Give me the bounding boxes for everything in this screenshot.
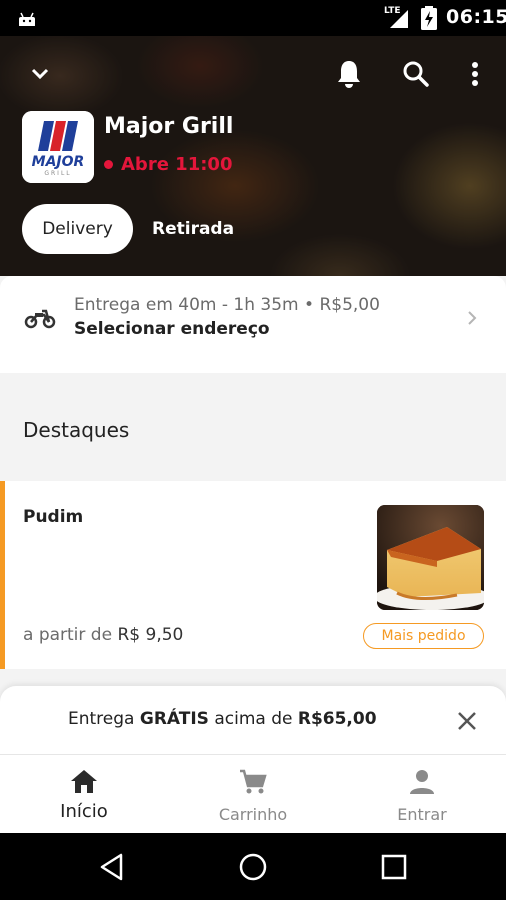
back-icon[interactable] [96, 850, 130, 884]
more-options-button[interactable] [455, 54, 495, 94]
section-title: Destaques [23, 418, 130, 442]
clock: 06:15 [446, 6, 506, 28]
more-vert-icon [472, 62, 478, 86]
product-card[interactable]: Pudim a partir de R$ 9,50 Mais pedido [0, 481, 506, 669]
svg-text:GRILL: GRILL [44, 170, 71, 177]
battery-charging-icon [421, 6, 437, 30]
recents-icon[interactable] [377, 850, 411, 884]
home-circle-icon[interactable] [236, 850, 270, 884]
status-bar: LTE 06:15 [0, 0, 506, 36]
close-icon[interactable] [452, 706, 482, 736]
motorcycle-icon [24, 309, 56, 329]
free-delivery-banner: Entrega GRÁTIS acima de R$65,00 [0, 686, 506, 754]
notifications-button[interactable] [329, 54, 369, 94]
pudim-photo-icon [377, 505, 484, 610]
chevron-down-icon [31, 68, 49, 80]
free-delivery-text: Entrega GRÁTIS acima de R$65,00 [68, 709, 377, 729]
product-price-line: a partir de R$ 9,50 [23, 625, 183, 645]
major-grill-logo-icon: MAJOR GRILL [22, 111, 94, 183]
bell-icon [338, 61, 360, 88]
person-icon [410, 770, 434, 794]
nav-entrar-label: Entrar [397, 805, 447, 824]
home-icon [71, 770, 97, 793]
tab-retirada[interactable]: Retirada [152, 219, 234, 239]
banner-text-free: GRÁTIS [139, 709, 209, 729]
nav-entrar[interactable]: Entrar [338, 755, 506, 834]
store-logo: MAJOR GRILL [22, 111, 94, 183]
most-ordered-badge: Mais pedido [363, 623, 484, 649]
delivery-estimate: Entrega em 40m - 1h 35m • R$5,00 [74, 295, 380, 315]
store-opening-time: Abre 11:00 [121, 154, 233, 175]
nav-inicio-label: Início [60, 801, 108, 822]
select-address-label: Selecionar endereço [74, 319, 270, 339]
nav-carrinho[interactable]: Carrinho [169, 755, 337, 834]
svg-text:MAJOR: MAJOR [32, 154, 85, 170]
tab-delivery[interactable]: Delivery [22, 204, 133, 254]
search-icon [403, 61, 429, 87]
nav-carrinho-label: Carrinho [218, 805, 288, 824]
delivery-address-selector[interactable]: Entrega em 40m - 1h 35m • R$5,00 Selecio… [0, 276, 506, 373]
nav-inicio[interactable]: Início [0, 755, 168, 834]
product-price: R$ 9,50 [117, 625, 184, 645]
chevron-right-icon [468, 311, 477, 325]
banner-text-middle: acima de [208, 709, 298, 729]
search-button[interactable] [396, 54, 436, 94]
store-status: Abre 11:00 [104, 154, 232, 175]
system-navigation-bar [0, 833, 506, 900]
store-name: Major Grill [104, 114, 234, 139]
price-prefix: a partir de [23, 625, 113, 645]
store-header: MAJOR GRILL Major Grill Abre 11:00 Deliv… [0, 36, 506, 276]
product-image [377, 505, 484, 610]
signal-icon [390, 10, 408, 28]
collapse-button[interactable] [20, 54, 60, 94]
status-dot [104, 160, 113, 169]
cart-icon [240, 769, 267, 794]
android-icon [19, 12, 35, 26]
banner-text-amount: R$65,00 [297, 709, 377, 729]
bottom-navigation: Início Carrinho Entrar [0, 754, 506, 833]
banner-text-prefix: Entrega [68, 709, 140, 729]
product-name: Pudim [23, 507, 84, 527]
